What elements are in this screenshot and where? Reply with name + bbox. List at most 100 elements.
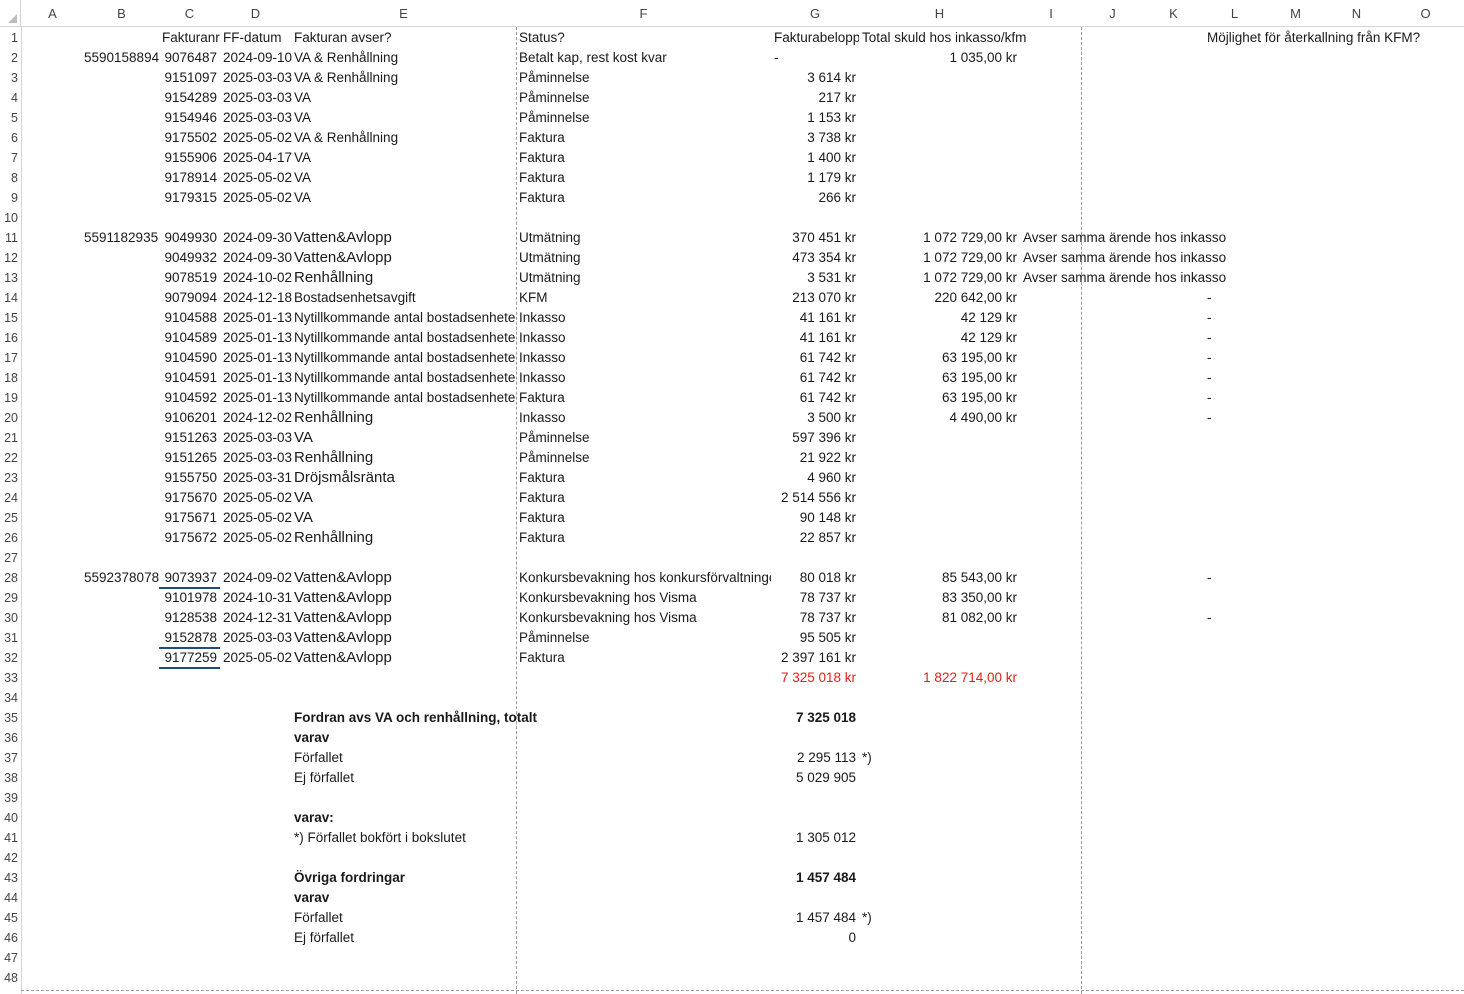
invoice-subject[interactable]: Vatten&Avlopp xyxy=(291,648,516,668)
total-debt[interactable]: 63 195,00 kr xyxy=(859,388,1020,408)
summary-value[interactable]: 1 305 012 xyxy=(771,828,859,848)
kfm-recall[interactable]: - xyxy=(1204,408,1265,428)
invoice-status[interactable]: Faktura xyxy=(516,468,771,488)
invoice-status[interactable]: Inkasso xyxy=(516,348,771,368)
footnote-mark[interactable]: *) xyxy=(859,748,1020,768)
row-header[interactable]: 43 xyxy=(0,868,21,888)
select-all-corner[interactable] xyxy=(0,0,21,27)
invoice-subject[interactable]: VA xyxy=(291,108,516,128)
invoice-amount[interactable]: 90 148 kr xyxy=(771,508,859,528)
invoice-date[interactable]: 2025-03-03 xyxy=(220,448,292,468)
invoice-date[interactable]: 2025-03-03 xyxy=(220,88,292,108)
row-header[interactable]: 9 xyxy=(0,188,21,208)
column-header-j[interactable]: J xyxy=(1082,0,1143,27)
invoice-status[interactable]: Betalt kap, rest kost kvar xyxy=(516,48,771,68)
invoice-number[interactable]: 9078519 xyxy=(159,268,220,288)
invoice-amount[interactable]: 2 397 161 kr xyxy=(771,648,859,668)
invoice-date[interactable]: 2024-09-30 xyxy=(220,248,292,268)
row-header[interactable]: 21 xyxy=(0,428,21,448)
invoice-subject[interactable]: Nytillkommande antal bostadsenheter xyxy=(291,368,516,388)
total-debt[interactable]: 1 035,00 kr xyxy=(859,48,1020,68)
invoice-amount[interactable]: 1 400 kr xyxy=(771,148,859,168)
invoice-date[interactable]: 2024-09-10 xyxy=(220,48,292,68)
row-header[interactable]: 2 xyxy=(0,48,21,68)
invoice-amount[interactable]: 370 451 kr xyxy=(771,228,859,248)
row-header[interactable]: 10 xyxy=(0,208,21,228)
row-header[interactable]: 40 xyxy=(0,808,21,828)
invoice-number[interactable]: 9106201 xyxy=(159,408,220,428)
invoice-subject[interactable]: Vatten&Avlopp xyxy=(291,568,516,588)
row-header[interactable]: 31 xyxy=(0,628,21,648)
row-header[interactable]: 34 xyxy=(0,688,21,708)
invoice-status[interactable]: Konkursbevakning hos Visma xyxy=(516,588,771,608)
header-status[interactable]: Status? xyxy=(516,28,771,48)
invoice-status[interactable]: Faktura xyxy=(516,168,771,188)
invoice-date[interactable]: 2024-12-02 xyxy=(220,408,292,428)
header-mojlighet-aterkallning[interactable]: Möjlighet för återkallning från KFM? xyxy=(1204,28,1464,48)
invoice-number[interactable]: 9175502 xyxy=(159,128,220,148)
row-header[interactable]: 41 xyxy=(0,828,21,848)
row-header[interactable]: 48 xyxy=(0,968,21,988)
invoice-date[interactable]: 2024-10-02 xyxy=(220,268,292,288)
invoice-amount[interactable]: 78 737 kr xyxy=(771,608,859,628)
total-invoice-amount[interactable]: 7 325 018 kr xyxy=(771,668,859,688)
total-debt[interactable]: 1 072 729,00 kr xyxy=(859,268,1020,288)
kfm-recall[interactable]: - xyxy=(1204,608,1265,628)
invoice-date[interactable]: 2025-03-03 xyxy=(220,108,292,128)
invoice-date[interactable]: 2024-12-31 xyxy=(220,608,292,628)
kfm-recall[interactable]: - xyxy=(1204,308,1265,328)
invoice-number[interactable]: 9101978 xyxy=(159,588,220,608)
header-total-skuld[interactable]: Total skuld hos inkasso/kfm xyxy=(859,28,1026,48)
total-debt[interactable]: 4 490,00 kr xyxy=(859,408,1020,428)
invoice-amount[interactable]: 3 531 kr xyxy=(771,268,859,288)
invoice-number[interactable]: 9175670 xyxy=(159,488,220,508)
invoice-status[interactable]: Inkasso xyxy=(516,308,771,328)
header-fakturanr[interactable]: Fakturanr xyxy=(159,28,220,48)
invoice-amount[interactable]: 1 179 kr xyxy=(771,168,859,188)
row-header[interactable]: 5 xyxy=(0,108,21,128)
invoice-amount[interactable]: 21 922 kr xyxy=(771,448,859,468)
row-header[interactable]: 26 xyxy=(0,528,21,548)
column-header-f[interactable]: F xyxy=(516,0,771,27)
invoice-number[interactable]: 9104589 xyxy=(159,328,220,348)
row-header[interactable]: 17 xyxy=(0,348,21,368)
invoice-amount[interactable]: 3 738 kr xyxy=(771,128,859,148)
invoice-date[interactable]: 2025-05-02 xyxy=(220,528,292,548)
invoice-amount[interactable]: 22 857 kr xyxy=(771,528,859,548)
column-header-g[interactable]: G xyxy=(771,0,859,27)
invoice-number[interactable]: 9049930 xyxy=(159,228,220,248)
invoice-subject[interactable]: VA xyxy=(291,488,516,508)
column-header-i[interactable]: I xyxy=(1020,0,1082,27)
invoice-subject[interactable]: Vatten&Avlopp xyxy=(291,628,516,648)
row-header[interactable]: 35 xyxy=(0,708,21,728)
total-debt[interactable]: 1 072 729,00 kr xyxy=(859,228,1020,248)
column-header-b[interactable]: B xyxy=(84,0,159,27)
customer-id[interactable]: 5592378078 xyxy=(84,568,159,588)
invoice-subject[interactable]: Renhållning xyxy=(291,528,516,548)
row-header[interactable]: 24 xyxy=(0,488,21,508)
invoice-date[interactable]: 2025-05-02 xyxy=(220,168,292,188)
invoice-number[interactable]: 9154289 xyxy=(159,88,220,108)
invoice-number[interactable]: 9104588 xyxy=(159,308,220,328)
invoice-date[interactable]: 2025-05-02 xyxy=(220,188,292,208)
invoice-number[interactable]: 9104591 xyxy=(159,368,220,388)
invoice-number[interactable]: 9079094 xyxy=(159,288,220,308)
row-header[interactable]: 46 xyxy=(0,928,21,948)
invoice-number[interactable]: 9152878 xyxy=(159,628,220,648)
total-debt[interactable]: 42 129 kr xyxy=(859,328,1020,348)
invoice-amount[interactable]: - xyxy=(771,48,859,68)
invoice-amount[interactable]: 95 505 kr xyxy=(771,628,859,648)
row-header[interactable]: 47 xyxy=(0,948,21,968)
invoice-subject[interactable]: VA xyxy=(291,148,516,168)
invoice-date[interactable]: 2025-03-03 xyxy=(220,68,292,88)
invoice-status[interactable]: Påminnelse xyxy=(516,88,771,108)
invoice-number[interactable]: 9178914 xyxy=(159,168,220,188)
invoice-date[interactable]: 2025-01-13 xyxy=(220,328,292,348)
column-header-l[interactable]: L xyxy=(1204,0,1265,27)
column-header-a[interactable]: A xyxy=(21,0,84,27)
kfm-recall[interactable]: - xyxy=(1204,288,1265,308)
invoice-subject[interactable]: VA xyxy=(291,508,516,528)
invoice-amount[interactable]: 61 742 kr xyxy=(771,368,859,388)
column-header-m[interactable]: M xyxy=(1265,0,1326,27)
invoice-amount[interactable]: 1 153 kr xyxy=(771,108,859,128)
